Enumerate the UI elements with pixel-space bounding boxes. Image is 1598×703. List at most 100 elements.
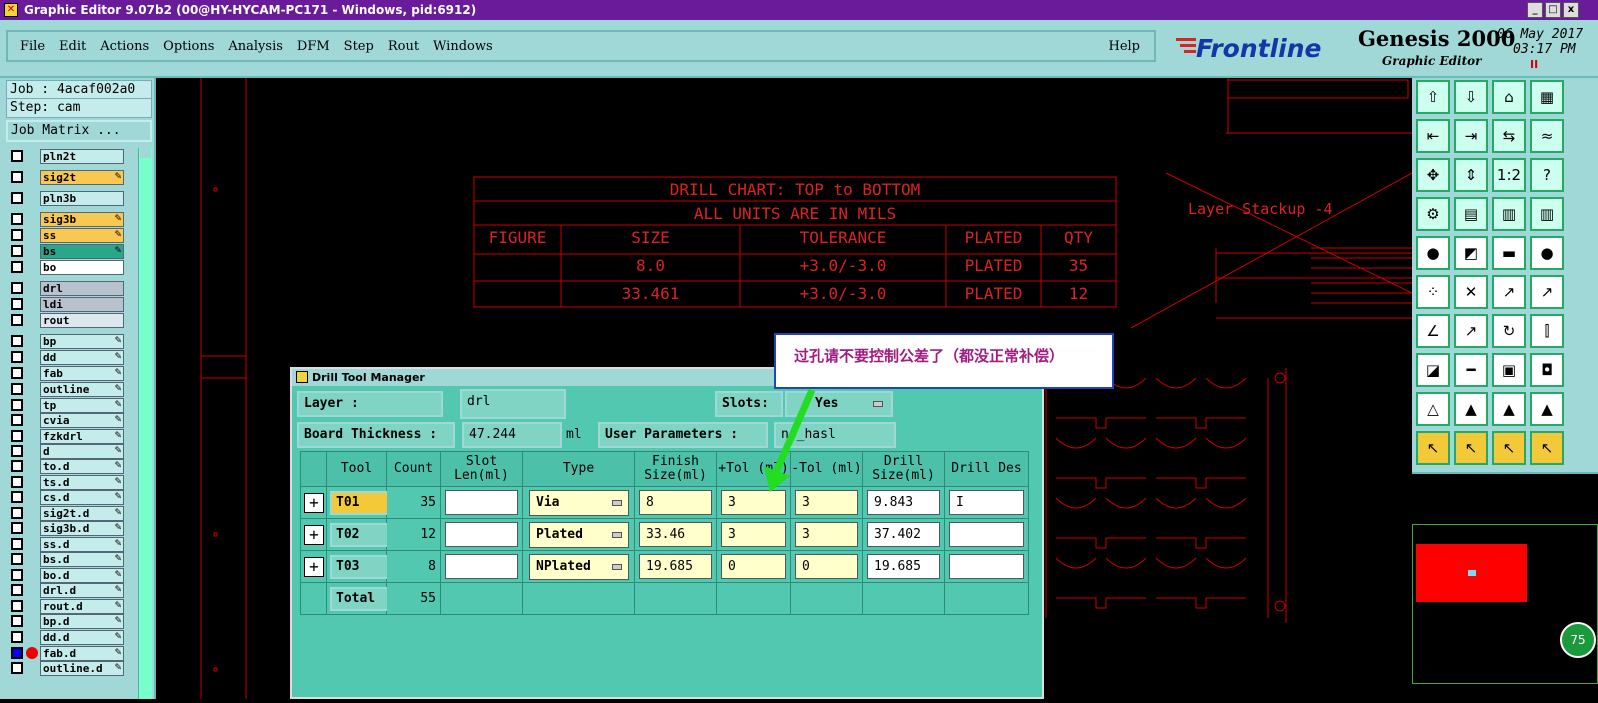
layer-row[interactable]: drl.d ✎ (6, 582, 126, 598)
layer-checkbox[interactable] (11, 383, 23, 395)
layer-name[interactable]: rout.d (40, 598, 124, 614)
layer-checkbox[interactable] (11, 298, 23, 310)
plus-tol-input[interactable]: 0 (721, 554, 786, 579)
layer-row[interactable]: fab.d ✎ (6, 645, 126, 661)
tool-button[interactable]: T01 (330, 491, 390, 515)
layer-name[interactable]: sig3b (40, 211, 124, 227)
minus-tol-input[interactable]: 3 (795, 522, 858, 547)
layer-row[interactable]: bs.d ✎ (6, 551, 126, 567)
layer-checkbox[interactable] (11, 261, 23, 273)
layer-row[interactable]: tp ✎ (6, 397, 126, 413)
layer-row[interactable]: bp ✎ (6, 333, 126, 349)
menu-rout[interactable]: Rout (388, 39, 419, 54)
plus-tol-input[interactable]: 3 (721, 522, 786, 547)
layer-row[interactable]: dd ✎ (6, 349, 126, 365)
layer-name[interactable]: sig3b.d (40, 520, 124, 536)
layer-checkbox[interactable] (11, 615, 23, 627)
layer-row[interactable]: pln2t (6, 148, 126, 164)
layer-checkbox[interactable] (11, 335, 23, 347)
layer-name[interactable]: to.d (40, 458, 124, 474)
layer-row[interactable]: fab ✎ (6, 365, 126, 381)
layer-checkbox[interactable] (11, 584, 23, 596)
layer-name[interactable]: drl (40, 280, 124, 296)
scale-icon[interactable]: 1:2 (1492, 158, 1526, 192)
zoom-v-icon[interactable]: ⇕ (1454, 158, 1488, 192)
layer-checkbox[interactable] (11, 150, 23, 162)
slot-len-input[interactable] (445, 490, 518, 515)
cross-icon[interactable]: ✕ (1454, 275, 1488, 309)
slot-len-input[interactable] (445, 522, 518, 547)
ruler-icon[interactable]: ▬ (1492, 236, 1526, 270)
triangle-icon[interactable]: △ (1416, 392, 1450, 426)
layer-name[interactable]: pln3b (40, 190, 124, 206)
maximize-button[interactable]: □ (1545, 2, 1561, 18)
layer-row[interactable]: bo (6, 259, 126, 275)
grid-icon[interactable]: ▤ (1454, 197, 1488, 231)
menu-edit[interactable]: Edit (59, 39, 86, 54)
expand-plus-icon[interactable]: + (304, 557, 324, 577)
layer-scrollbar[interactable] (138, 148, 152, 699)
layer-row[interactable]: ts.d ✎ (6, 474, 126, 490)
zoom-fit-icon[interactable]: ✥ (1416, 158, 1450, 192)
layer-name[interactable]: fab.d (40, 645, 124, 661)
layer-row[interactable]: pln3b (6, 190, 126, 206)
layers2-icon[interactable]: ▥ (1530, 197, 1564, 231)
layer-row[interactable]: outline.d ✎ (6, 660, 126, 676)
drill-des-input[interactable] (949, 554, 1024, 579)
menu-help[interactable]: Help (1108, 39, 1140, 54)
layer-checkbox[interactable] (11, 314, 23, 326)
shape-icon[interactable]: ◩ (1454, 236, 1488, 270)
layer-name[interactable]: ts.d (40, 474, 124, 490)
layer-name[interactable]: bs.d (40, 551, 124, 567)
type-select[interactable]: NPlated (529, 554, 629, 580)
tool-button[interactable]: T03 (330, 555, 390, 579)
layer-row[interactable]: bo.d ✎ (6, 567, 126, 583)
help-icon[interactable]: ? (1530, 158, 1564, 192)
type-select[interactable]: Plated (529, 522, 629, 548)
layer-row[interactable]: ss ✎ (6, 227, 126, 243)
layer-name[interactable]: pln2t (40, 148, 124, 164)
drill-size-input[interactable]: 9.843 (867, 490, 940, 515)
layer-row[interactable]: bp.d ✎ (6, 613, 126, 629)
layout-icon[interactable]: ▦ (1530, 80, 1564, 114)
layer-row[interactable]: fzkdrl ✎ (6, 428, 126, 444)
pattern-icon[interactable]: ⁘ (1416, 275, 1450, 309)
layer-row[interactable]: cs.d ✎ (6, 489, 126, 505)
move-left-icon[interactable]: ⇤ (1416, 119, 1450, 153)
layer-name[interactable]: outline (40, 381, 124, 397)
layer-row[interactable]: drl (6, 280, 126, 296)
layer-checkbox[interactable] (11, 367, 23, 379)
layer-checkbox[interactable] (11, 647, 23, 659)
settings-icon[interactable]: ⚙ (1416, 197, 1450, 231)
layer-checkbox[interactable] (11, 491, 23, 503)
layer-checkbox[interactable] (11, 213, 23, 225)
scroll-up-arrow-icon[interactable] (140, 148, 151, 158)
drill-des-input[interactable] (949, 522, 1024, 547)
layer-name[interactable]: sig2t (40, 169, 124, 185)
download-icon[interactable]: ⇩ (1454, 80, 1488, 114)
layer-name[interactable]: outline.d (40, 660, 124, 676)
layer-row[interactable]: dd.d ✎ (6, 629, 126, 645)
triangle4-icon[interactable]: ▲ (1530, 392, 1564, 426)
minimize-button[interactable]: _ (1527, 2, 1543, 18)
dot-icon[interactable]: ● (1530, 236, 1564, 270)
home-icon[interactable]: ⌂ (1492, 80, 1526, 114)
arrow2-icon[interactable]: ↗ (1530, 275, 1564, 309)
layer-name[interactable]: ldi (40, 296, 124, 312)
layer-name[interactable]: fzkdrl (40, 428, 124, 444)
layer-checkbox[interactable] (11, 245, 23, 257)
menu-dfm[interactable]: DFM (297, 39, 330, 54)
drill-des-input[interactable]: I (949, 490, 1024, 515)
layer-checkbox[interactable] (11, 538, 23, 550)
layer-name[interactable]: dd (40, 349, 124, 365)
layer-checkbox[interactable] (11, 460, 23, 472)
pointer3-icon[interactable]: ↖ (1492, 431, 1526, 465)
layer-checkbox[interactable] (11, 569, 23, 581)
menu-options[interactable]: Options (163, 39, 214, 54)
layer-checkbox[interactable] (11, 662, 23, 674)
zoom-badge[interactable]: 75 (1560, 622, 1596, 658)
layer-checkbox[interactable] (11, 476, 23, 488)
add-pad-icon[interactable]: ◪ (1416, 353, 1450, 387)
layer-name[interactable]: drl.d (40, 582, 124, 598)
group-icon[interactable]: ◘ (1530, 353, 1564, 387)
